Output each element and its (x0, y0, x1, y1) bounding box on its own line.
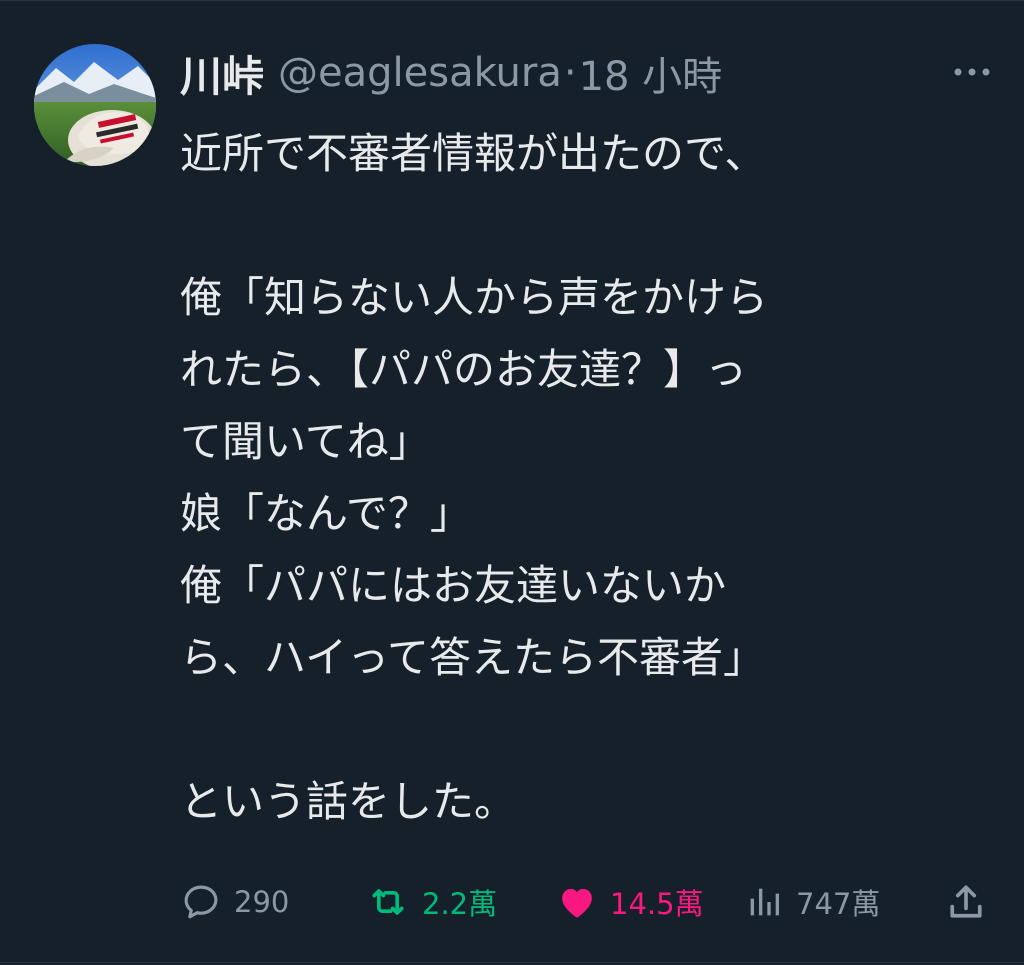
tweet-text-line: ら、ハイって答えたら不審者」 (180, 633, 766, 682)
tweet-text-line: 近所で不審者情報が出たので、 (180, 129, 767, 178)
author-display-name[interactable]: 川峠 (180, 43, 264, 104)
tweet-text-line (180, 190, 970, 262)
tweet-text: 近所で不審者情報が出たので、 俺「知らない人から声をかけら れたら、【パパのお友… (180, 118, 970, 838)
avatar-image (34, 44, 156, 166)
avatar[interactable] (34, 44, 156, 166)
reply-count: 290 (234, 885, 290, 919)
author-handle[interactable]: @eaglesakura (278, 50, 562, 96)
share-upload-icon (950, 885, 982, 918)
bottom-divider (0, 962, 1024, 963)
header-separator: · (563, 50, 577, 96)
tweet-text-line: 俺「知らない人から声をかけら (180, 273, 769, 322)
views-count: 747萬 (796, 887, 881, 921)
tweet-timestamp[interactable]: 18 小時 (579, 44, 723, 102)
like-count: 14.5萬 (610, 887, 704, 921)
tweet-text-line: れたら、【パパのお友達？】っ (180, 345, 748, 394)
views-bar-chart-icon (750, 888, 779, 916)
retweet-button[interactable]: 2.2萬 (366, 872, 497, 932)
retweet-icon (372, 889, 404, 915)
tweet-header: 川峠 @eaglesakura · 18 小時 (180, 40, 722, 106)
more-horizontal-icon (954, 68, 990, 76)
views-button[interactable]: 747萬 (744, 872, 880, 932)
reply-icon (184, 885, 218, 919)
tweet-text-line: 俺「パパにはお友達いないか (180, 561, 727, 610)
share-button[interactable] (944, 872, 988, 932)
more-button[interactable] (944, 52, 1000, 92)
tweet-text-line: て聞いてね」 (180, 417, 431, 466)
retweet-count: 2.2萬 (422, 887, 498, 921)
like-button[interactable]: 14.5萬 (556, 872, 704, 932)
top-divider (0, 0, 1024, 1)
tweet-text-line (180, 694, 970, 766)
tweet-actions: 290 2.2萬 14.5萬 747萬 (0, 872, 1024, 932)
tweet-text-line: という話をした。 (180, 777, 517, 826)
tweet-text-line: 娘「なんで？」 (180, 489, 472, 538)
reply-button[interactable]: 290 (180, 872, 289, 932)
heart-filled-icon (562, 888, 592, 918)
